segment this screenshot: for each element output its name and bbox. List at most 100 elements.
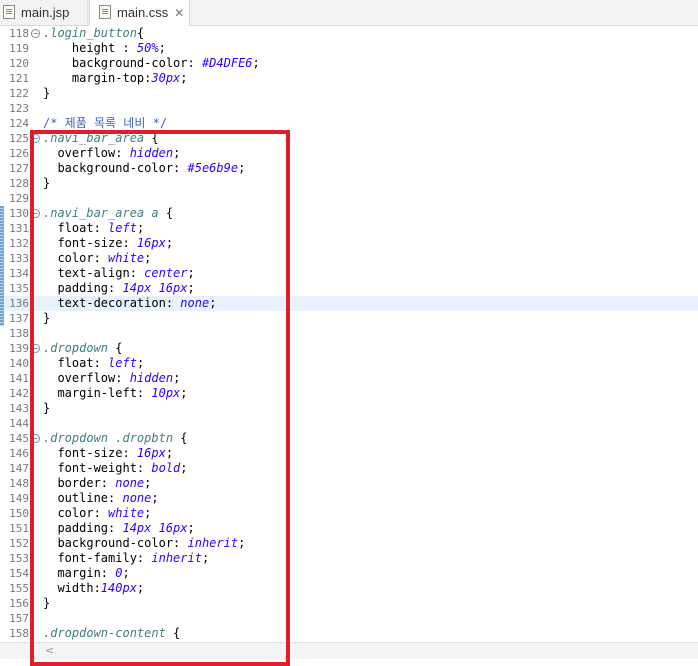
code-line[interactable]: 138 — [0, 326, 698, 341]
code-line[interactable]: 152 background-color: inherit; — [0, 536, 698, 551]
code-line[interactable]: 142 margin-left: 10px; — [0, 386, 698, 401]
code-line[interactable]: 124 /* 제품 목록 네비 */ — [0, 116, 698, 131]
code-line[interactable]: 125− .navi_bar_area { — [0, 131, 698, 146]
jsp-file-icon — [3, 5, 15, 19]
code-editor[interactable]: 118− .login_button{119 height : 50%; 120 b… — [0, 26, 698, 642]
code-line[interactable]: 123 — [0, 101, 698, 116]
line-number: 153 — [9, 552, 29, 565]
code-text: .login_button{ — [43, 26, 145, 40]
code-line[interactable]: 153 font-family: inherit; — [0, 551, 698, 566]
code-text: background-color: inherit; — [43, 536, 246, 550]
code-line[interactable]: 157 — [0, 611, 698, 626]
code-line[interactable]: 128} — [0, 176, 698, 191]
code-line[interactable]: 133 color: white; — [0, 251, 698, 266]
line-number: 133 — [9, 252, 29, 265]
code-line[interactable]: 126 overflow: hidden; — [0, 146, 698, 161]
code-line[interactable]: 141 overflow: hidden; — [0, 371, 698, 386]
fold-toggle-icon[interactable]: − — [31, 29, 40, 38]
tab-main-css[interactable]: main.css ✕ — [89, 0, 190, 26]
editor-tab-bar: main.jsp main.css ✕ — [0, 0, 698, 26]
code-line[interactable]: 151 padding: 14px 16px; — [0, 521, 698, 536]
line-number: 150 — [9, 507, 29, 520]
close-icon[interactable]: ✕ — [174, 6, 184, 20]
code-text: } — [43, 311, 51, 325]
line-number: 148 — [9, 477, 29, 490]
code-text: font-size: 16px; — [43, 236, 174, 250]
code-line[interactable]: 132 font-size: 16px; — [0, 236, 698, 251]
scroll-left-icon[interactable]: < — [45, 644, 54, 657]
code-text: text-decoration: none; — [43, 296, 217, 310]
code-line[interactable]: 122} — [0, 86, 698, 101]
code-text: float: left; — [43, 221, 145, 235]
code-line[interactable]: 139− .dropdown { — [0, 341, 698, 356]
line-number: 152 — [9, 537, 29, 550]
horizontal-scrollbar[interactable]: < — [0, 642, 698, 659]
code-text: height : 50%; — [43, 41, 166, 55]
code-line[interactable]: 134 text-align: center; — [0, 266, 698, 281]
line-number: 141 — [9, 372, 29, 385]
code-line[interactable]: 140 float: left; — [0, 356, 698, 371]
code-line[interactable]: 147 font-weight: bold; — [0, 461, 698, 476]
line-number: 146 — [9, 447, 29, 460]
code-line[interactable]: 155 width:140px; — [0, 581, 698, 596]
code-line[interactable]: 158 .dropdown-content { — [0, 626, 698, 641]
line-number: 156 — [9, 597, 29, 610]
tab-main-jsp[interactable]: main.jsp — [0, 0, 88, 25]
code-line[interactable]: 131 float: left; — [0, 221, 698, 236]
code-text: outline: none; — [43, 491, 159, 505]
code-line[interactable]: 136 text-decoration: none; — [0, 296, 698, 311]
code-line[interactable]: 156} — [0, 596, 698, 611]
code-text: border: none; — [43, 476, 152, 490]
code-line[interactable]: 149 outline: none; — [0, 491, 698, 506]
fold-toggle-icon[interactable]: − — [31, 209, 40, 218]
code-text: background-color: #D4DFE6; — [43, 56, 260, 70]
code-text: .navi_bar_area { — [43, 131, 159, 145]
code-line[interactable]: 145− .dropdown .dropbtn { — [0, 431, 698, 446]
code-text: color: white; — [43, 506, 152, 520]
code-line[interactable]: 150 color: white; — [0, 506, 698, 521]
code-text: font-family: inherit; — [43, 551, 210, 565]
line-number: 145 — [9, 432, 29, 445]
code-text: } — [43, 176, 51, 190]
code-line[interactable]: 118− .login_button{ — [0, 26, 698, 41]
code-line[interactable]: 143} — [0, 401, 698, 416]
line-number: 119 — [9, 42, 29, 55]
line-number: 140 — [9, 357, 29, 370]
fold-toggle-icon[interactable]: − — [31, 434, 40, 443]
line-number: 155 — [9, 582, 29, 595]
line-number: 125 — [9, 132, 29, 145]
line-number: 154 — [9, 567, 29, 580]
code-text: } — [43, 401, 51, 415]
code-line[interactable]: 137} — [0, 311, 698, 326]
code-line[interactable]: 148 border: none; — [0, 476, 698, 491]
code-line[interactable]: 127 background-color: #5e6b9e; — [0, 161, 698, 176]
line-number: 122 — [9, 87, 29, 100]
code-line[interactable]: 130− .navi_bar_area a { — [0, 206, 698, 221]
code-line[interactable]: 144 — [0, 416, 698, 431]
code-text: } — [43, 86, 51, 100]
code-text: overflow: hidden; — [43, 371, 181, 385]
code-line[interactable]: 154 margin: 0; — [0, 566, 698, 581]
code-text: background-color: #5e6b9e; — [43, 161, 246, 175]
line-number: 142 — [9, 387, 29, 400]
code-line[interactable]: 129 — [0, 191, 698, 206]
code-text: } — [43, 596, 51, 610]
code-line[interactable]: 146 font-size: 16px; — [0, 446, 698, 461]
code-text: font-size: 16px; — [43, 446, 174, 460]
code-text: /* 제품 목록 네비 */ — [43, 116, 168, 130]
line-number: 139 — [9, 342, 29, 355]
line-number: 144 — [9, 417, 29, 430]
code-line[interactable]: 119 height : 50%; — [0, 41, 698, 56]
code-line[interactable]: 135 padding: 14px 16px; — [0, 281, 698, 296]
line-number: 126 — [9, 147, 29, 160]
fold-toggle-icon[interactable]: − — [31, 344, 40, 353]
fold-toggle-icon[interactable]: − — [31, 134, 40, 143]
line-number: 130 — [9, 207, 29, 220]
code-text: .navi_bar_area a { — [43, 206, 174, 220]
code-line[interactable]: 120 background-color: #D4DFE6; — [0, 56, 698, 71]
line-number: 123 — [9, 102, 29, 115]
code-text: color: white; — [43, 251, 152, 265]
code-line[interactable]: 121 margin-top:30px; — [0, 71, 698, 86]
line-number: 134 — [9, 267, 29, 280]
code-text: .dropdown .dropbtn { — [43, 431, 188, 445]
